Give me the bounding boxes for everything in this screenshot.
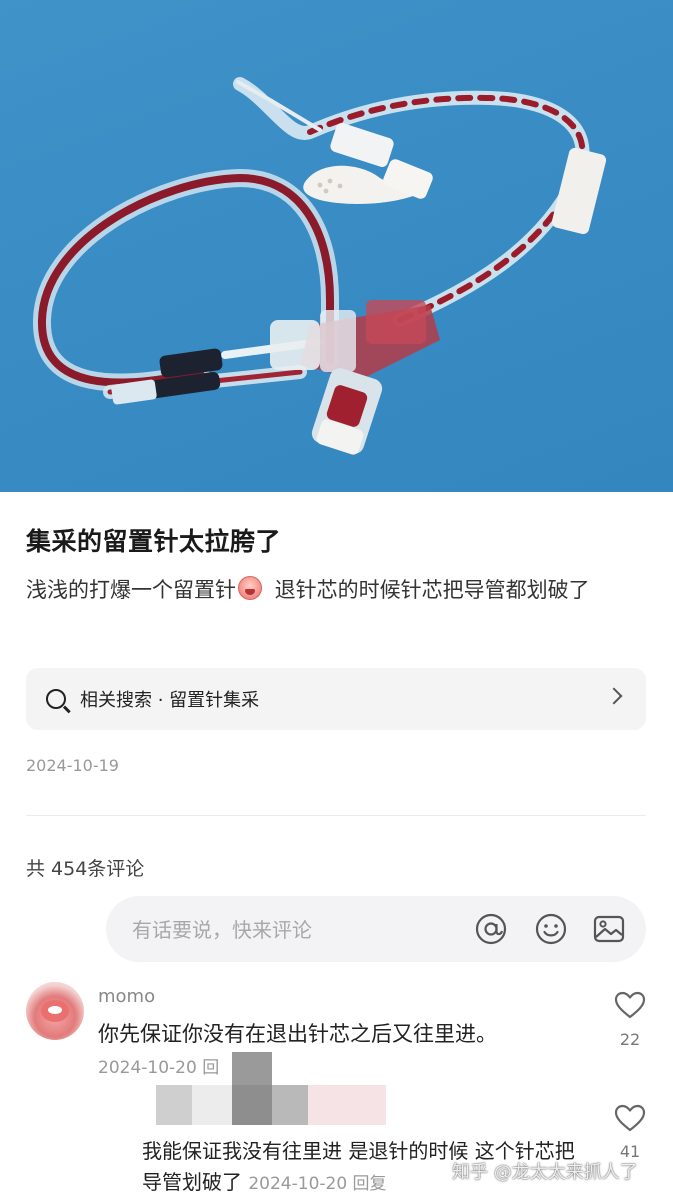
post-date: 2024-10-19	[26, 756, 119, 775]
related-search-label: 相关搜索 · 留置针集采	[80, 690, 260, 711]
avatar[interactable]	[26, 982, 84, 1040]
comment-text: 你先保证你没有在退出针芯之后又往里进。	[98, 1022, 497, 1046]
post-body: 浅浅的打爆一个留置针 退针芯的时候针芯把导管都划破了	[26, 572, 646, 608]
related-search-bar[interactable]: 相关搜索 · 留置针集采	[26, 668, 646, 730]
post-title: 集采的留置针太拉胯了	[26, 527, 282, 556]
redaction-mosaic	[156, 1085, 386, 1125]
comment-meta: 2024-10-20 回	[98, 1058, 220, 1078]
crying-face-emoji-icon	[238, 576, 262, 600]
image-icon[interactable]	[592, 912, 626, 946]
post-photo[interactable]	[0, 0, 673, 492]
post-body-text-1: 浅浅的打爆一个留置针	[26, 578, 236, 602]
chevron-right-icon	[605, 687, 623, 705]
search-icon	[46, 689, 66, 709]
divider	[26, 815, 646, 816]
reply-meta: 2024-10-20 回复	[248, 1174, 387, 1194]
comment-username[interactable]: momo	[98, 986, 155, 1007]
emoji-icon[interactable]	[534, 912, 568, 946]
at-icon[interactable]	[474, 912, 508, 946]
comment-count: 共 454条评论	[26, 858, 145, 880]
like-count: 22	[619, 1030, 641, 1049]
post-body-text-2: 退针芯的时候针芯把导管都划破了	[268, 578, 590, 602]
heart-icon[interactable]	[613, 1103, 647, 1133]
comment-input-bar[interactable]	[106, 896, 646, 962]
comment-input[interactable]	[130, 908, 454, 952]
iv-catheter-illustration	[32, 77, 607, 455]
redaction-mosaic	[232, 1052, 272, 1088]
heart-icon[interactable]	[613, 990, 647, 1020]
watermark: 知乎 @龙太太来抓人了	[452, 1162, 638, 1183]
